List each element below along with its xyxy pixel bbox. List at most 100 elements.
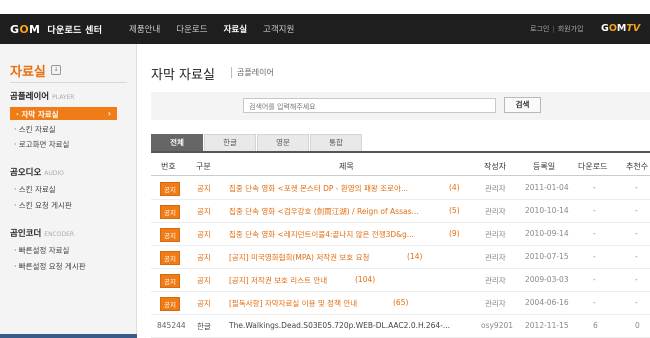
search-input[interactable] — [243, 98, 496, 113]
row-author: 관리자 — [485, 230, 506, 239]
section-audio-label: 곰오디오 — [10, 168, 42, 178]
col-category: 구분 — [196, 162, 211, 171]
col-recommend: 추천수 — [626, 162, 649, 171]
row-comment-count: (9) — [449, 229, 460, 238]
section-encoder[interactable]: 곰인코더 ENCODER — [10, 227, 74, 239]
link-separator: | — [552, 25, 555, 33]
row-recommend: - — [635, 206, 638, 215]
row-downloads: - — [593, 229, 596, 238]
row-recommend: 0 — [635, 321, 640, 330]
col-author: 작성자 — [484, 162, 507, 171]
row-downloads: 6 — [593, 321, 598, 330]
table-row[interactable]: 공지 공지 집중 단속 영화 <포켓 몬스터 DP - 환영의 패왕 조로아..… — [151, 177, 650, 200]
tab-all[interactable]: 전체 — [151, 134, 203, 151]
section-player-label: 곰플레이어 — [10, 92, 50, 102]
row-comment-count: (65) — [393, 298, 409, 307]
chevron-right-icon: › — [107, 109, 111, 118]
sidebar-item-subtitles[interactable]: · 자막 자료실 › — [10, 107, 117, 120]
col-date: 등록일 — [533, 162, 556, 171]
page-title: 자막 자료실 — [151, 68, 215, 83]
nav-archive[interactable]: 자료실 — [224, 23, 247, 35]
logo-o: O — [19, 23, 29, 36]
login-link[interactable]: 로그인 — [530, 25, 549, 33]
table-row[interactable]: 공지 공지 [필독사항] 자막자료실 이용 및 정책 안내 (65) 관리자 2… — [151, 292, 650, 315]
table-row[interactable]: 공지 공지 [공지] 미국영화협회(MPA) 저작권 보호 요청 (14) 관리… — [151, 246, 650, 269]
row-date: 2009-03-03 — [525, 275, 569, 284]
tab-english[interactable]: 영문 — [257, 134, 309, 151]
row-date: 2010-10-14 — [525, 206, 569, 215]
section-encoder-en: ENCODER — [44, 231, 75, 238]
row-title[interactable]: 집중 단속 영화 <레지던트이블4:끝나지 않은 전쟁3D&g... — [229, 229, 464, 240]
sidebar-item-audio-skins[interactable]: · 스킨 자료실 — [14, 184, 56, 195]
sidebar-item-skins[interactable]: · 스킨 자료실 — [14, 124, 56, 135]
table-header: 번호 구분 제목 작성자 등록일 다운로드 추천수 — [151, 156, 650, 176]
section-encoder-label: 곰인코더 — [10, 229, 42, 239]
section-audio-en: AUDIO — [44, 170, 64, 177]
row-author: 관리자 — [485, 184, 506, 193]
nav-products[interactable]: 제품안내 — [129, 23, 160, 35]
row-title[interactable]: 집중 단속 영화 <검우강호 (劍雨江湖) / Reign of Assas..… — [229, 206, 464, 217]
gomtv-m: M — [616, 23, 627, 34]
logo-g: G — [10, 23, 20, 36]
sidebar-item-presets[interactable]: · 빠른설정 자료실 — [14, 245, 69, 256]
row-recommend: - — [635, 229, 638, 238]
row-title[interactable]: 집중 단속 영화 <포켓 몬스터 DP - 환영의 패왕 조로아... — [229, 183, 464, 194]
row-author: osy9201 — [481, 321, 514, 330]
row-title[interactable]: [필독사항] 자막자료실 이용 및 정책 안내 — [229, 298, 391, 309]
tab-korean[interactable]: 한글 — [204, 134, 256, 151]
gom-logo[interactable]: GOM 다운로드 센터 — [10, 23, 102, 36]
sidebar-item-preset-requests[interactable]: · 빠른설정 요청 게시판 — [14, 261, 86, 272]
row-comment-count: (14) — [407, 252, 423, 261]
sidebar-item-logo-screens[interactable]: · 로고화면 자료실 — [14, 139, 69, 150]
row-title[interactable]: The.Walkings.Dead.S03E05.720p.WEB-DL.AAC… — [229, 321, 464, 330]
row-comment-count: (104) — [355, 275, 376, 284]
nav-support[interactable]: 고객지원 — [263, 23, 294, 35]
row-title[interactable]: [공지] 미국영화협회(MPA) 저작권 보호 요청 — [229, 252, 405, 263]
row-author: 관리자 — [485, 253, 506, 262]
sidebar-title: 자료실 — [10, 65, 46, 80]
search-button[interactable]: 검색 — [504, 97, 541, 113]
row-category: 공지 — [197, 207, 211, 216]
row-date: 2012-11-15 — [525, 321, 569, 330]
search-bar: 검색 — [151, 92, 650, 120]
notice-badge: 공지 — [160, 182, 180, 196]
row-recommend: - — [635, 298, 638, 307]
row-downloads: - — [593, 298, 596, 307]
col-title: 제목 — [339, 162, 354, 171]
notice-badge: 공지 — [160, 251, 180, 265]
table-row[interactable]: 845244 한글 The.Walkings.Dead.S03E05.720p.… — [151, 315, 650, 338]
sidebar-item-label: · 자막 자료실 — [16, 110, 59, 119]
section-audio[interactable]: 곰오디오 AUDIO — [10, 166, 64, 178]
gomtv-g: G — [601, 23, 609, 34]
row-category: 공지 — [197, 299, 211, 308]
row-number: 845244 — [157, 321, 186, 330]
notice-badge: 공지 — [160, 297, 180, 311]
sidebar-item-audio-skin-requests[interactable]: · 스킨 요청 게시판 — [14, 200, 72, 211]
row-date: 2004-06-16 — [525, 298, 569, 307]
gomtv-tv: TV — [626, 23, 641, 34]
download-icon[interactable]: ↓ — [51, 65, 61, 75]
row-category: 공지 — [197, 230, 211, 239]
row-author: 관리자 — [485, 207, 506, 216]
row-date: 2010-07-15 — [525, 252, 569, 261]
main-menu: 제품안내 다운로드 자료실 고객지원 — [129, 23, 310, 35]
row-title[interactable]: [공지] 저작권 보호 리스트 안내 — [229, 275, 351, 286]
col-downloads: 다운로드 — [578, 162, 608, 171]
row-recommend: - — [635, 252, 638, 261]
logo-m: M — [29, 23, 41, 36]
sidebar-footer-strip — [0, 334, 137, 338]
row-date: 2010-09-14 — [525, 229, 569, 238]
row-author: 관리자 — [485, 276, 506, 285]
tab-combined[interactable]: 통합 — [310, 134, 362, 151]
table-row[interactable]: 공지 공지 집중 단속 영화 <레지던트이블4:끝나지 않은 전쟁3D&g...… — [151, 223, 650, 246]
gomtv-o: O — [608, 23, 617, 34]
sidebar-divider — [10, 82, 127, 83]
section-player[interactable]: 곰플레이어 PLAYER — [10, 90, 74, 102]
signup-link[interactable]: 회원가입 — [558, 25, 584, 33]
section-player-en: PLAYER — [52, 94, 75, 101]
table-row[interactable]: 공지 공지 [공지] 저작권 보호 리스트 안내 (104) 관리자 2009-… — [151, 269, 650, 292]
table-row[interactable]: 공지 공지 집중 단속 영화 <검우강호 (劍雨江湖) / Reign of A… — [151, 200, 650, 223]
nav-download[interactable]: 다운로드 — [176, 23, 207, 35]
notice-badge: 공지 — [160, 228, 180, 242]
gomtv-logo[interactable]: GOMTV — [601, 23, 640, 34]
